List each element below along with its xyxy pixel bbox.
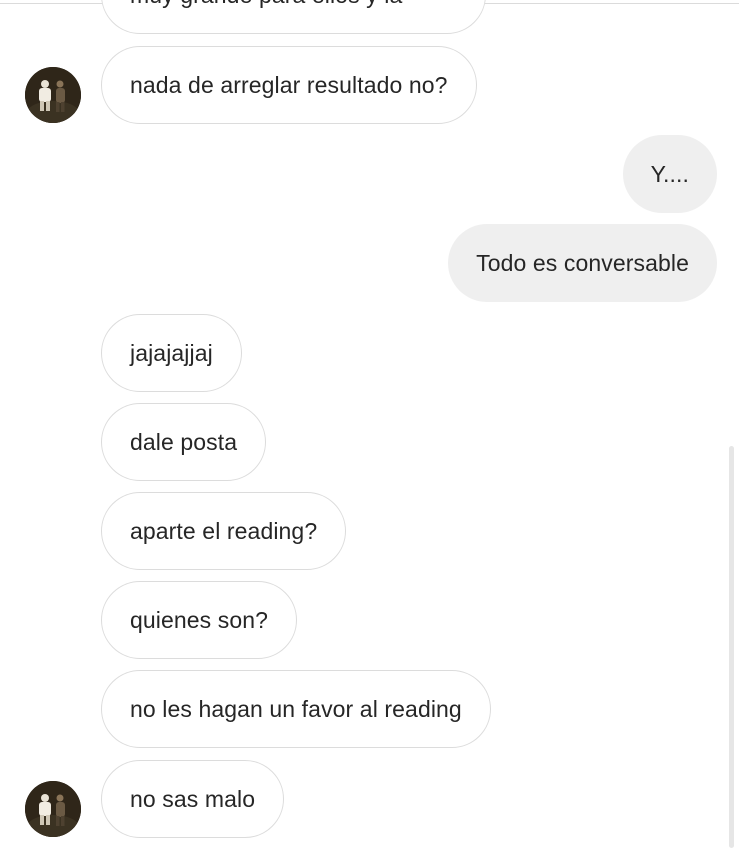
message-outgoing[interactable]: Y.... <box>622 135 717 213</box>
message-text: muy grande para ellos y la <box>130 0 402 9</box>
message-incoming[interactable]: jajajajjaj <box>101 314 242 392</box>
message-incoming[interactable]: no les hagan un favor al reading <box>101 670 491 748</box>
scrollbar[interactable] <box>729 446 734 848</box>
profile-photo-icon <box>25 67 81 123</box>
message-text: dale posta <box>130 428 238 455</box>
message-text: Todo es conversable <box>476 249 689 276</box>
message-outgoing[interactable]: Todo es conversable <box>448 224 717 302</box>
message-text: nada de arreglar resultado no? <box>130 71 448 98</box>
profile-photo-icon <box>25 781 81 837</box>
message-text: jajajajjaj <box>130 339 213 366</box>
message-text: no sas malo <box>130 785 256 812</box>
message-incoming[interactable]: aparte el reading? <box>101 492 347 570</box>
message-text: aparte el reading? <box>130 517 318 544</box>
sender-avatar[interactable] <box>25 67 81 123</box>
sender-avatar[interactable] <box>25 781 81 837</box>
message-thread[interactable]: muy grande para ellos y la nada de arreg… <box>0 0 739 848</box>
message-incoming[interactable]: quienes son? <box>101 581 298 659</box>
message-incoming[interactable]: no sas malo <box>101 760 285 838</box>
message-text: Y.... <box>650 160 689 187</box>
message-incoming[interactable]: dale posta <box>101 403 267 481</box>
message-text: no les hagan un favor al reading <box>130 695 462 722</box>
message-incoming[interactable]: muy grande para ellos y la <box>101 0 486 34</box>
message-text: quienes son? <box>130 606 269 633</box>
message-incoming[interactable]: nada de arreglar resultado no? <box>101 46 477 124</box>
